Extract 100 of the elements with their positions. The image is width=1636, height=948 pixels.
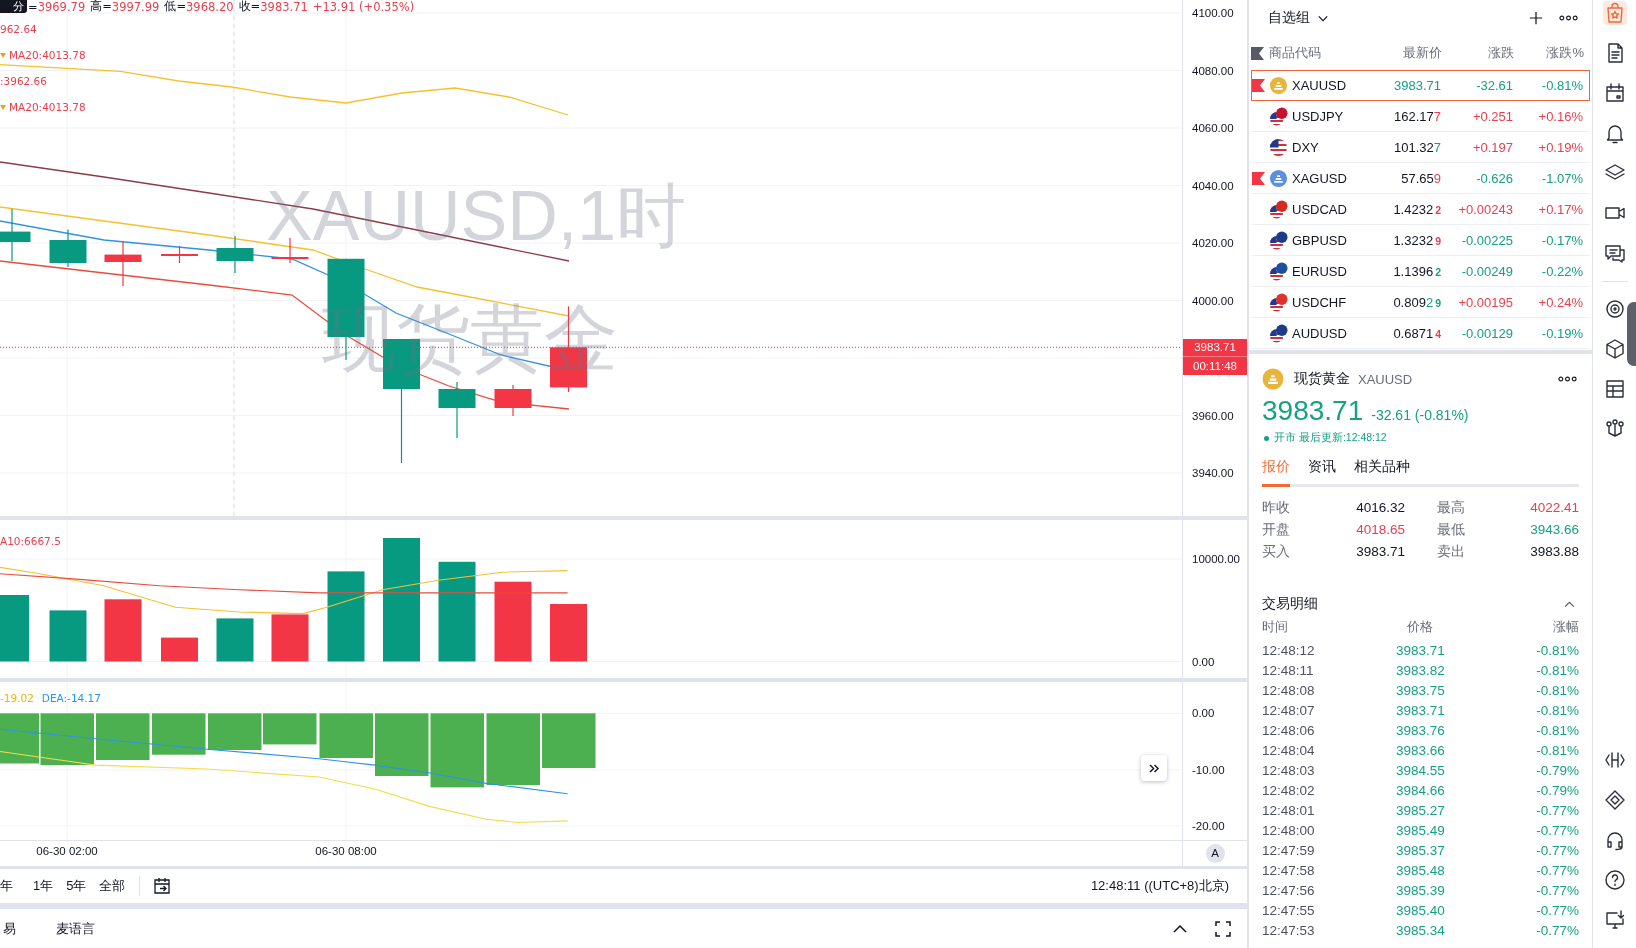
market-status: 开市 最后更新:12:48:12 <box>1274 431 1387 445</box>
symbol-cell-text: GBPUSD <box>1291 233 1348 248</box>
time-cell-text: 12:48:08 <box>1262 682 1316 700</box>
column-header: 涨跌% <box>1545 44 1584 62</box>
legend-label: = <box>28 0 38 14</box>
change-cell-text: -0.00129 <box>1460 326 1513 341</box>
legend-value: 3997.99 <box>111 0 160 14</box>
axis-label: 4060.00 <box>1192 121 1234 135</box>
instrument-symbol: XAUUSD <box>1358 371 1413 387</box>
percent-cell-text: -0.81% <box>1535 662 1579 680</box>
indicator-value: DEA:-14.17 <box>41 692 101 704</box>
watchlist-row[interactable]: DXY 101.327 +0.197 +0.19% <box>1251 132 1590 163</box>
price-cell-text: 1.42322 <box>1392 202 1441 217</box>
more-icon[interactable] <box>1559 15 1578 21</box>
stat-label: 卖出 <box>1436 543 1466 561</box>
stat-label: 最高 <box>1436 499 1466 517</box>
indicator-value: :3962.66 <box>0 74 47 87</box>
legend-label: 低= <box>164 0 187 14</box>
symbol-cell-text: USDCHF <box>1291 295 1348 310</box>
legend-value: 3983.71 <box>260 0 308 14</box>
time-cell-text: 12:47:59 <box>1262 842 1316 860</box>
range-button[interactable]: 1年 <box>33 877 54 895</box>
price-cell-text: 3984.66 <box>1395 782 1446 800</box>
price-cell-text: 3983.76 <box>1395 722 1446 740</box>
percent-cell-text: -0.19% <box>1540 326 1583 341</box>
watchlist-row[interactable]: USDCAD 1.42322 +0.00243 +0.17% <box>1251 194 1590 225</box>
percent-cell-text: +0.17% <box>1537 202 1583 217</box>
axis-label: 10000.00 <box>1192 552 1240 566</box>
more-icon[interactable] <box>1558 376 1577 382</box>
interval-badge: 分 <box>0 0 27 13</box>
indicator-value: MA20:4013.78 <box>9 100 86 113</box>
time-cell-text: 12:48:12 <box>1262 642 1316 660</box>
stat-label: 开盘 <box>1262 521 1291 539</box>
percent-cell-text: -0.79% <box>1535 762 1579 780</box>
range-button[interactable]: 年 <box>0 877 13 895</box>
percent-cell-text: -0.77% <box>1535 902 1579 920</box>
time-cell-text: 12:48:11 <box>1262 662 1315 680</box>
last-price-label: 3983.71 <box>1194 340 1236 355</box>
legend-change: +13.91 (+0.35%) <box>312 0 415 14</box>
time-cell-text: 12:48:03 <box>1262 762 1316 780</box>
panel-tab[interactable]: 麦语言 <box>56 919 95 938</box>
watchlist-row[interactable]: USDCHF 0.80929 +0.00195 +0.24% <box>1251 287 1590 318</box>
symbol-cell-text: USDCAD <box>1291 202 1348 217</box>
percent-cell-text: -0.79% <box>1535 782 1579 800</box>
price-cell-text: 3983.71 <box>1393 78 1441 93</box>
stat-value: 3943.66 <box>1529 521 1579 539</box>
symbol-cell-text: USDJPY <box>1291 109 1345 124</box>
price-cell-text: 3984.55 <box>1395 762 1446 780</box>
drawer-handle[interactable] <box>1627 302 1636 366</box>
detail-tab[interactable]: 相关品种 <box>1354 456 1410 487</box>
price-cell-text: 3983.66 <box>1395 742 1446 760</box>
auto-scale-button[interactable]: A <box>1205 844 1225 863</box>
flag-icon <box>1268 138 1288 157</box>
help-icon[interactable] <box>1602 868 1627 892</box>
watchlist-row[interactable]: AUDUSD 0.68714 -0.00129 -0.19% <box>1251 318 1590 349</box>
stat-label: 最低 <box>1436 521 1466 539</box>
axis-label: -10.00 <box>1192 763 1225 777</box>
axis-label: 4020.00 <box>1192 236 1234 250</box>
section-title: 交易明细 <box>1262 595 1318 613</box>
clock-label[interactable]: 12:48:11 ((UTC+8)北京) <box>1090 877 1229 895</box>
stat-value: 4018.65 <box>1355 521 1405 539</box>
price-change: -32.61 (-0.81%) <box>1371 407 1469 423</box>
axis-label: 0.00 <box>1192 654 1215 669</box>
percent-cell-text: -0.81% <box>1535 702 1579 720</box>
add-icon[interactable] <box>1529 11 1543 25</box>
percent-cell-text: +0.24% <box>1537 295 1583 310</box>
axis-label: -20.00 <box>1192 819 1225 833</box>
star-bag-icon[interactable] <box>1602 1 1627 25</box>
price-cell-text: 3985.34 <box>1395 922 1446 940</box>
time-cell-text: 12:48:02 <box>1262 782 1316 800</box>
stat-value: 4022.41 <box>1529 499 1579 517</box>
stat-label: 昨收 <box>1262 499 1291 517</box>
time-cell-text: 12:48:06 <box>1262 722 1316 740</box>
price-cell-text: 57.659 <box>1400 171 1441 186</box>
percent-cell-text: -0.77% <box>1535 822 1579 840</box>
percent-cell-text: -0.77% <box>1535 882 1579 900</box>
price-cell-text: 3985.40 <box>1395 902 1446 920</box>
calendar-arrow-icon[interactable] <box>152 876 173 896</box>
maximize-icon[interactable] <box>1213 918 1233 939</box>
legend-label: 高= <box>90 0 112 14</box>
range-button[interactable]: 5年 <box>66 877 87 895</box>
column-header: 商品代码 <box>1268 44 1322 62</box>
change-cell-text: +0.00243 <box>1457 202 1513 217</box>
watchlist-row[interactable]: XAUUSD 3983.71 -32.61 -0.81% <box>1251 70 1590 101</box>
group-dropdown[interactable]: 自选组 <box>1268 9 1328 27</box>
legend-value: 3968.20 <box>186 0 234 14</box>
watchlist-row[interactable]: XAGUSD 57.659 -0.626 -1.07% <box>1251 163 1590 194</box>
watchlist-row[interactable]: GBPUSD 1.32329 -0.00225 -0.17% <box>1251 225 1590 256</box>
scroll-to-latest-button[interactable] <box>1141 755 1167 781</box>
time-cell-text: 12:47:56 <box>1262 882 1316 900</box>
detail-tab[interactable]: 资讯 <box>1308 456 1336 487</box>
watchlist-row[interactable]: USDJPY 162.177 +0.251 +0.16% <box>1251 101 1590 132</box>
axis-label: 3940.00 <box>1192 466 1234 480</box>
time-cell-text: 12:47:53 <box>1262 922 1316 940</box>
watchlist-row[interactable]: EURUSD 1.13962 -0.00249 -0.22% <box>1251 256 1590 287</box>
range-button[interactable]: 全部 <box>99 877 126 895</box>
change-cell-text: +0.00195 <box>1457 295 1513 310</box>
percent-cell-text: -0.17% <box>1540 233 1583 248</box>
panel-tab[interactable]: 易 <box>3 919 16 938</box>
percent-cell-text: +0.19% <box>1537 140 1583 155</box>
